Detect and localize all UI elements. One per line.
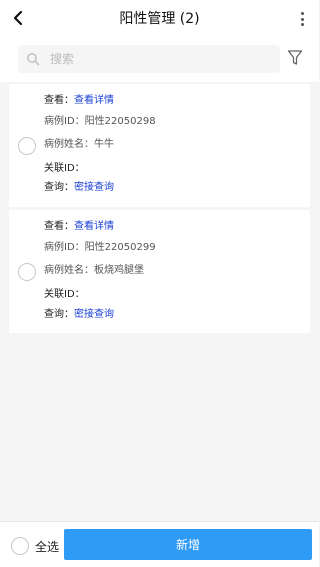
card-select-radio[interactable] bbox=[18, 137, 36, 155]
contact-query-link[interactable]: 密接查询 bbox=[74, 182, 114, 193]
case-card[interactable]: 查看：查看详情 病例ID：阳性22050299 病例姓名：板烧鸡腿堡 关联ID：… bbox=[9, 210, 310, 333]
card-select-radio[interactable] bbox=[18, 263, 36, 281]
query-row: 查询：密接查询 bbox=[44, 308, 114, 322]
related-id-label: 关联ID： bbox=[44, 163, 85, 174]
related-id-row: 关联ID： bbox=[44, 162, 85, 176]
case-name-row: 病例姓名：牛牛 bbox=[44, 138, 114, 152]
case-card[interactable]: 查看：查看详情 病例ID：阳性22050298 病例姓名：牛牛 关联ID： 查询… bbox=[9, 84, 310, 207]
case-name-row: 病例姓名：板烧鸡腿堡 bbox=[44, 264, 144, 278]
case-id-label: 病例ID： bbox=[44, 116, 85, 127]
query-row: 查询：密接查询 bbox=[44, 181, 114, 195]
search-icon bbox=[27, 53, 40, 66]
case-id-row: 病例ID：阳性22050298 bbox=[44, 115, 156, 129]
case-name-label: 病例姓名： bbox=[44, 139, 94, 150]
case-id-value: 阳性22050298 bbox=[84, 116, 156, 127]
search-bar bbox=[0, 36, 319, 82]
view-row: 查看：查看详情 bbox=[44, 220, 114, 234]
search-box[interactable] bbox=[18, 45, 280, 73]
app-header: 阳性管理 (2) bbox=[0, 0, 319, 36]
case-name-value: 板烧鸡腿堡 bbox=[94, 265, 144, 276]
case-id-row: 病例ID：阳性22050299 bbox=[44, 241, 156, 255]
query-label: 查询： bbox=[44, 309, 74, 320]
select-all-radio[interactable] bbox=[11, 537, 29, 555]
case-name-label: 病例姓名： bbox=[44, 265, 94, 276]
case-id-value: 阳性22050299 bbox=[84, 242, 156, 253]
add-button[interactable]: 新增 bbox=[64, 529, 312, 560]
back-icon[interactable] bbox=[8, 6, 28, 30]
search-input[interactable] bbox=[50, 52, 250, 66]
view-details-link[interactable]: 查看详情 bbox=[74, 221, 114, 232]
related-id-row: 关联ID： bbox=[44, 288, 85, 302]
contact-query-link[interactable]: 密接查询 bbox=[74, 309, 114, 320]
more-vertical-icon[interactable] bbox=[299, 12, 305, 26]
view-row: 查看：查看详情 bbox=[44, 94, 114, 108]
view-label: 查看： bbox=[44, 221, 74, 232]
view-details-link[interactable]: 查看详情 bbox=[74, 95, 114, 106]
query-label: 查询： bbox=[44, 182, 74, 193]
case-name-value: 牛牛 bbox=[94, 139, 114, 150]
page-title: 阳性管理 (2) bbox=[119, 11, 200, 27]
bottom-action-bar: 全选 新增 bbox=[0, 521, 319, 567]
related-id-label: 关联ID： bbox=[44, 289, 85, 300]
view-label: 查看： bbox=[44, 95, 74, 106]
filter-icon[interactable] bbox=[287, 49, 303, 67]
select-all-label[interactable]: 全选 bbox=[35, 538, 59, 555]
case-id-label: 病例ID： bbox=[44, 242, 85, 253]
